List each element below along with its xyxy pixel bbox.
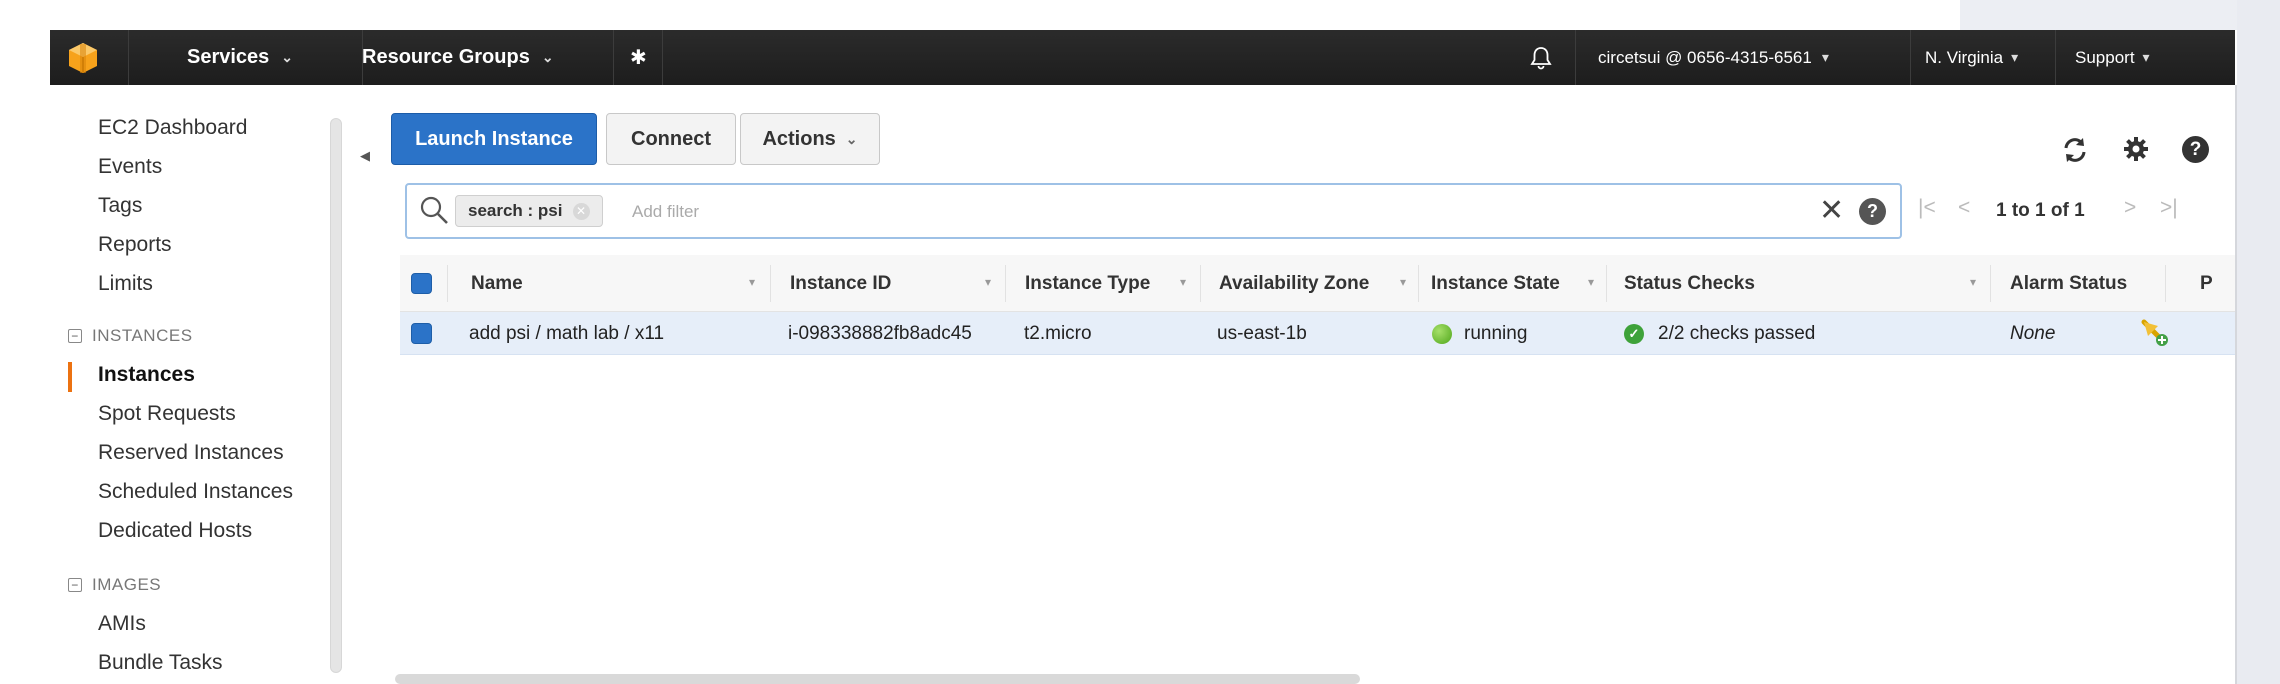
status-checks-label: 2/2 checks passed	[1658, 322, 1816, 344]
sidebar-item-scheduled-instances[interactable]: Scheduled Instances	[98, 480, 293, 504]
previous-page-icon[interactable]: <	[1958, 196, 1970, 220]
next-page-icon[interactable]: >	[2124, 196, 2136, 220]
right-panel-top	[1960, 0, 2280, 30]
sidebar-group-label: INSTANCES	[92, 326, 193, 345]
help-icon[interactable]: ?	[2182, 136, 2209, 163]
account-label: circetsui @ 0656-4315-6561	[1598, 47, 1812, 67]
resource-groups-menu[interactable]: Resource Groups ⌄	[362, 30, 554, 85]
support-menu[interactable]: Support ▾	[2075, 30, 2150, 85]
region-label: N. Virginia	[1925, 47, 2004, 67]
resource-groups-label: Resource Groups	[362, 46, 530, 68]
remove-filter-icon[interactable]: ✕	[572, 202, 590, 220]
sidebar-item-ec2-dashboard[interactable]: EC2 Dashboard	[98, 116, 247, 140]
support-label: Support	[2075, 47, 2135, 67]
sidebar-item-bundle-tasks[interactable]: Bundle Tasks	[98, 651, 223, 675]
bell-icon[interactable]	[1530, 30, 1552, 85]
sidebar-item-spot-requests[interactable]: Spot Requests	[98, 402, 236, 426]
account-menu[interactable]: circetsui @ 0656-4315-6561 ▾	[1598, 30, 1829, 85]
sort-icon[interactable]: ▾	[1400, 275, 1406, 289]
sidebar-group-label: IMAGES	[92, 575, 162, 594]
table-row[interactable]: add psi / math lab / x11 i-098338882fb8a…	[400, 312, 2237, 355]
column-header-alarm-status[interactable]: Alarm Status	[2010, 255, 2127, 312]
cell-status-checks: ✓ 2/2 checks passed	[1624, 312, 1815, 355]
actions-button[interactable]: Actions ⌄	[740, 113, 880, 165]
sidebar-item-amis[interactable]: AMIs	[98, 612, 146, 636]
chevron-down-icon: ▾	[1821, 49, 1829, 65]
sidebar-item-events[interactable]: Events	[98, 155, 162, 179]
services-label: Services	[187, 46, 270, 68]
sort-icon[interactable]: ▾	[985, 275, 991, 289]
active-indicator	[68, 362, 72, 392]
sidebar: EC2 Dashboard Events Tags Reports Limits…	[50, 85, 340, 684]
running-status-icon	[1432, 323, 1452, 344]
ec2-console: Services ⌄ Resource Groups ⌄ ✱ circetsui…	[0, 0, 2280, 684]
collapse-icon: −	[68, 578, 82, 592]
pin-icon[interactable]: ✱	[630, 30, 647, 85]
collapse-sidebar-icon[interactable]: ◀	[360, 148, 370, 164]
filter-token-label: search : psi	[468, 201, 563, 220]
sidebar-item-reserved-instances[interactable]: Reserved Instances	[98, 441, 284, 465]
chevron-down-icon: ▾	[2011, 49, 2019, 65]
column-header-instance-id[interactable]: Instance ID	[790, 255, 891, 312]
sort-icon[interactable]: ▾	[1588, 275, 1594, 289]
column-header-availability-zone[interactable]: Availability Zone	[1219, 255, 1369, 312]
filter-token[interactable]: search : psi ✕	[455, 195, 603, 227]
add-filter-input[interactable]: Add filter	[632, 202, 699, 222]
create-alarm-icon[interactable]	[2140, 318, 2170, 348]
column-header-instance-type[interactable]: Instance Type	[1025, 255, 1150, 312]
chevron-down-icon: ⌄	[845, 130, 858, 147]
sidebar-item-reports[interactable]: Reports	[98, 233, 172, 257]
chevron-down-icon: ⌄	[541, 49, 554, 65]
sidebar-item-tags[interactable]: Tags	[98, 194, 142, 218]
first-page-icon[interactable]: |<	[1918, 196, 1936, 220]
sidebar-item-limits[interactable]: Limits	[98, 272, 153, 296]
aws-logo-icon[interactable]	[66, 30, 100, 85]
sidebar-item-dedicated-hosts[interactable]: Dedicated Hosts	[98, 519, 252, 543]
cell-instance-state: running	[1432, 312, 1527, 355]
sidebar-group-images[interactable]: − IMAGES	[68, 575, 161, 595]
cell-availability-zone: us-east-1b	[1217, 322, 1307, 344]
instance-state-label: running	[1464, 322, 1528, 344]
table-header: Name ▾ Instance ID ▾ Instance Type ▾ Ava…	[400, 255, 2237, 312]
column-header-name[interactable]: Name	[471, 255, 523, 312]
column-header-instance-state[interactable]: Instance State	[1431, 255, 1560, 312]
sort-icon[interactable]: ▾	[1970, 275, 1976, 289]
right-gutter	[2237, 0, 2280, 684]
column-header-public-dns[interactable]: P	[2200, 255, 2213, 312]
cell-instance-type: t2.micro	[1024, 322, 1092, 344]
check-circle-icon: ✓	[1624, 323, 1644, 344]
refresh-icon[interactable]	[2060, 135, 2090, 172]
select-all-checkbox[interactable]	[411, 273, 432, 294]
sidebar-scrollbar[interactable]	[330, 118, 342, 673]
content-right-border	[2235, 85, 2237, 684]
horizontal-scrollbar[interactable]	[395, 674, 1360, 684]
search-help-icon[interactable]: ?	[1859, 198, 1886, 225]
actions-label: Actions	[762, 127, 836, 150]
clear-search-icon[interactable]: ✕	[1819, 193, 1844, 228]
cell-instance-id: i-098338882fb8adc45	[788, 322, 972, 344]
chevron-down-icon: ⌄	[281, 49, 294, 65]
gear-icon[interactable]	[2122, 135, 2150, 170]
collapse-icon: −	[68, 329, 82, 343]
search-icon	[419, 195, 449, 225]
sidebar-group-instances[interactable]: − INSTANCES	[68, 326, 193, 346]
top-navigation-bar: Services ⌄ Resource Groups ⌄ ✱ circetsui…	[50, 30, 2235, 85]
connect-button[interactable]: Connect	[606, 113, 736, 165]
chevron-down-icon: ▾	[2142, 49, 2150, 65]
filter-search-bar[interactable]: search : psi ✕ Add filter ✕ ?	[405, 183, 1902, 239]
sort-icon[interactable]: ▾	[749, 275, 755, 289]
region-menu[interactable]: N. Virginia ▾	[1925, 30, 2018, 85]
last-page-icon[interactable]: >|	[2160, 196, 2178, 220]
services-menu[interactable]: Services ⌄	[187, 30, 293, 85]
sort-icon[interactable]: ▾	[1180, 275, 1186, 289]
column-header-status-checks[interactable]: Status Checks	[1624, 255, 1755, 312]
cell-alarm-status: None	[2010, 322, 2056, 344]
pagination-label: 1 to 1 of 1	[1996, 200, 2085, 221]
row-checkbox[interactable]	[411, 323, 432, 344]
launch-instance-button[interactable]: Launch Instance	[391, 113, 597, 165]
sidebar-item-instances[interactable]: Instances	[98, 363, 195, 387]
cell-name: add psi / math lab / x11	[469, 322, 665, 344]
